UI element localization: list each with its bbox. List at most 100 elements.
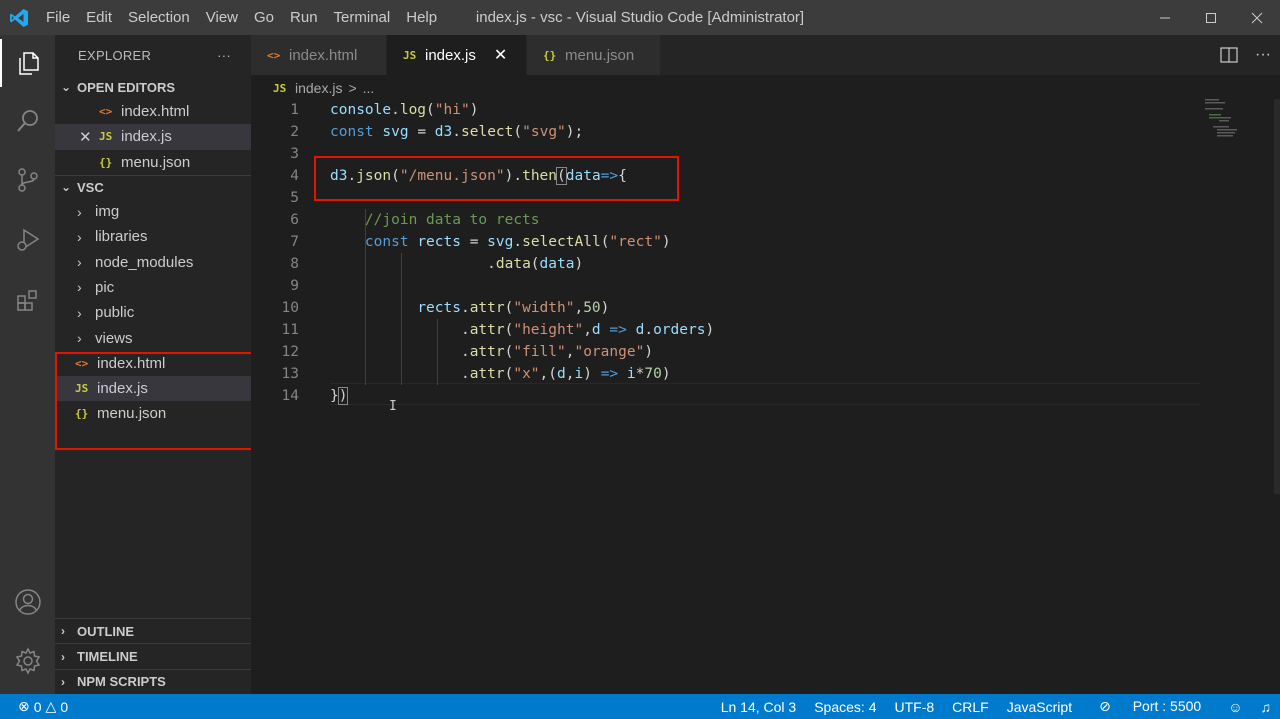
folder-item[interactable]: › pic xyxy=(55,275,251,300)
code-line: 13 .attr("x",(d,i) => i*70) xyxy=(251,363,671,385)
line-number: 10 xyxy=(281,300,299,316)
menu-run[interactable]: Run xyxy=(282,0,326,35)
tab-menu-json[interactable]: {} menu.json xyxy=(527,35,661,75)
npm-scripts-section[interactable]: › NPM SCRIPTS xyxy=(55,668,251,694)
tab-index-js[interactable]: JS index.js ✕ xyxy=(387,35,527,75)
open-editor-item[interactable]: <> index.html xyxy=(55,99,251,124)
folder-item[interactable]: › public xyxy=(55,300,251,325)
tab-label: index.html xyxy=(289,46,358,64)
status-right: Ln 14, Col 3 Spaces: 4 UTF-8 CRLF JavaSc… xyxy=(712,694,1280,719)
folder-item[interactable]: › node_modules xyxy=(55,249,251,274)
menu-selection[interactable]: Selection xyxy=(120,0,198,35)
folder-label: public xyxy=(95,304,135,322)
encoding[interactable]: UTF-8 xyxy=(885,699,943,715)
line-number: 6 xyxy=(290,212,299,228)
more-actions-icon[interactable]: ··· xyxy=(1246,46,1280,64)
menu-view[interactable]: View xyxy=(198,0,246,35)
open-editor-item[interactable]: {} menu.json xyxy=(55,150,251,175)
explorer-header: EXPLORER ··· xyxy=(55,35,251,75)
outline-section[interactable]: › OUTLINE xyxy=(55,618,251,643)
activity-bar xyxy=(0,35,55,694)
folder-label: libraries xyxy=(95,228,148,246)
minimap[interactable] xyxy=(1205,99,1275,139)
line-number: 9 xyxy=(290,278,299,294)
line-number: 7 xyxy=(290,234,299,250)
explorer-icon[interactable] xyxy=(0,39,55,87)
json-file-icon: {} xyxy=(99,155,113,169)
menu-go[interactable]: Go xyxy=(246,0,282,35)
folder-section[interactable]: ⌄ VSC xyxy=(55,174,251,199)
outline-label: OUTLINE xyxy=(77,623,135,639)
window-controls xyxy=(1142,0,1280,35)
timeline-label: TIMELINE xyxy=(77,649,138,665)
chevron-right-icon: › xyxy=(61,624,65,639)
problems-indicator[interactable]: ⊗ 0 △ 0 xyxy=(0,698,68,715)
title-bar: File Edit Selection View Go Run Terminal… xyxy=(0,0,1280,35)
split-editor-icon[interactable] xyxy=(1212,47,1246,63)
open-editor-label: index.js xyxy=(121,128,172,146)
code-line: 4 d3.json("/menu.json").then(data=>{ xyxy=(251,165,627,187)
settings-gear-icon[interactable] xyxy=(0,637,55,685)
source-control-icon[interactable] xyxy=(0,156,55,204)
folder-label: views xyxy=(95,329,133,347)
timeline-section[interactable]: › TIMELINE xyxy=(55,643,251,668)
live-server-port[interactable]: ⊘ Port : 5500 xyxy=(1081,698,1219,715)
minimize-button[interactable] xyxy=(1142,0,1188,35)
folder-label: node_modules xyxy=(95,253,194,271)
close-icon[interactable]: ✕ xyxy=(79,128,99,146)
maximize-button[interactable] xyxy=(1188,0,1234,35)
folder-item[interactable]: › views xyxy=(55,325,251,350)
feedback-icon[interactable]: ☺ xyxy=(1219,699,1251,715)
notifications-bell-icon[interactable]: ♫ xyxy=(1252,699,1280,715)
status-bar: ⊗ 0 △ 0 Ln 14, Col 3 Spaces: 4 UTF-8 CRL… xyxy=(0,694,1280,719)
folder-label: pic xyxy=(95,278,115,296)
more-actions-icon[interactable]: ··· xyxy=(217,48,231,63)
line-number: 5 xyxy=(290,190,299,206)
error-count: 0 xyxy=(33,698,42,715)
line-number: 12 xyxy=(281,344,299,360)
vscode-logo-icon xyxy=(0,0,38,35)
open-editors-section[interactable]: ⌄ OPEN EDITORS xyxy=(55,75,251,99)
html-file-icon: <> xyxy=(267,48,281,62)
scrollbar[interactable] xyxy=(1274,99,1280,494)
js-file-icon: JS xyxy=(273,81,287,95)
code-line: 11 .attr("height",d => d.orders) xyxy=(251,319,715,341)
line-number: 2 xyxy=(290,124,299,140)
highlight-box-code xyxy=(314,156,679,201)
line-ending[interactable]: CRLF xyxy=(943,699,998,715)
folder-item[interactable]: › libraries xyxy=(55,224,251,249)
extensions-icon[interactable] xyxy=(0,276,55,324)
close-window-button[interactable] xyxy=(1234,0,1280,35)
chevron-right-icon: › xyxy=(77,330,82,347)
highlight-box-files xyxy=(55,352,253,450)
menu-file[interactable]: File xyxy=(38,0,78,35)
code-line: 9 xyxy=(251,275,299,297)
error-icon: ⊗ xyxy=(18,698,30,714)
run-debug-icon[interactable] xyxy=(0,216,55,264)
language-mode[interactable]: JavaScript xyxy=(998,699,1081,715)
menu-terminal[interactable]: Terminal xyxy=(326,0,399,35)
close-tab-icon[interactable]: ✕ xyxy=(494,45,507,65)
tab-label: menu.json xyxy=(565,46,635,64)
menu-help[interactable]: Help xyxy=(398,0,445,35)
folder-label: VSC xyxy=(77,179,104,195)
chevron-down-icon: ⌄ xyxy=(61,80,72,94)
folder-item[interactable]: › img xyxy=(55,199,251,224)
npm-scripts-label: NPM SCRIPTS xyxy=(77,674,166,690)
code-line: 12 .attr("fill","orange") xyxy=(251,341,654,363)
port-label: Port : 5500 xyxy=(1132,698,1202,714)
search-icon[interactable] xyxy=(0,97,55,145)
breadcrumb-rest[interactable]: ... xyxy=(363,80,375,96)
cursor-position[interactable]: Ln 14, Col 3 xyxy=(712,699,806,715)
accounts-icon[interactable] xyxy=(0,578,55,626)
folder-label: img xyxy=(95,203,120,221)
menu-edit[interactable]: Edit xyxy=(78,0,120,35)
js-file-icon: JS xyxy=(99,130,113,144)
tab-index-html[interactable]: <> index.html xyxy=(251,35,387,75)
open-editor-item-active[interactable]: ✕ JS index.js xyxy=(55,124,251,150)
chevron-right-icon: › xyxy=(61,649,65,664)
code-line: 7 const rects = svg.selectAll("rect") xyxy=(251,231,670,253)
indentation[interactable]: Spaces: 4 xyxy=(805,699,885,715)
breadcrumb-file[interactable]: index.js xyxy=(295,80,342,96)
current-line-highlight xyxy=(330,383,1201,405)
